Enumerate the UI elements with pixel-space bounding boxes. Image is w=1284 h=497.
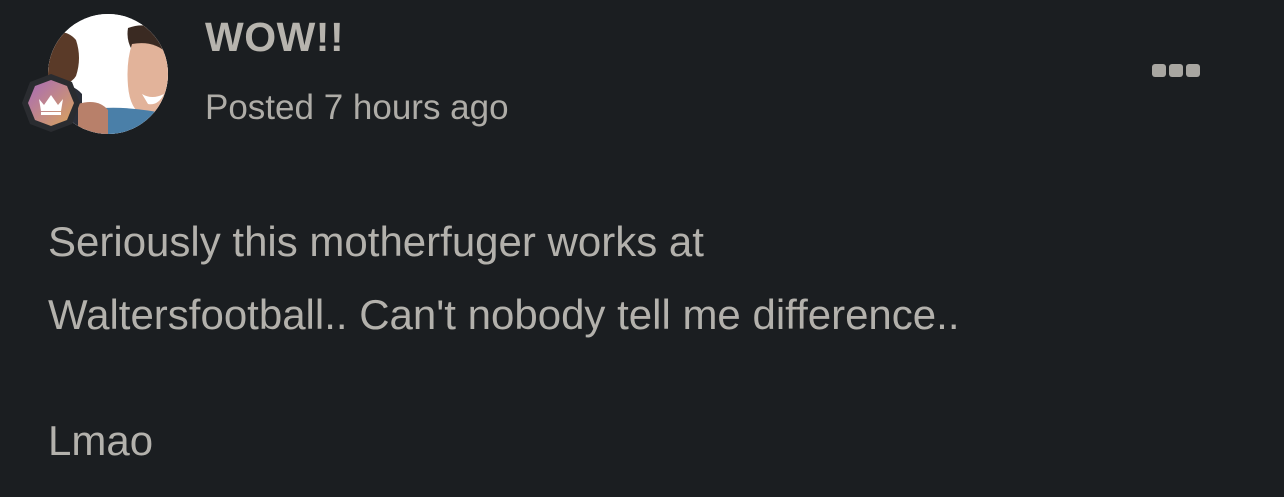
author-avatar-group[interactable] [20, 14, 170, 144]
rank-badge [20, 72, 82, 134]
post-body: Seriously this motherfuger works at Walt… [48, 205, 1248, 477]
post-body-line: Lmao [48, 417, 154, 464]
crown-icon [22, 74, 80, 132]
more-options-icon [1152, 63, 1166, 77]
more-options-icon [1186, 63, 1200, 77]
posted-time[interactable]: 7 hours ago [324, 88, 509, 127]
post-body-line: Waltersfootball.. Can't nobody tell me d… [48, 291, 960, 338]
more-options-button[interactable] [1148, 58, 1204, 82]
forum-post: WOW!! Posted 7 hours ago Seriously this … [0, 0, 1284, 497]
post-title[interactable]: WOW!! [205, 14, 344, 61]
more-options-icon [1169, 63, 1183, 77]
post-body-line: Seriously this motherfuger works at [48, 218, 704, 265]
post-timestamp: Posted 7 hours ago [205, 88, 509, 128]
posted-label: Posted [205, 88, 314, 127]
